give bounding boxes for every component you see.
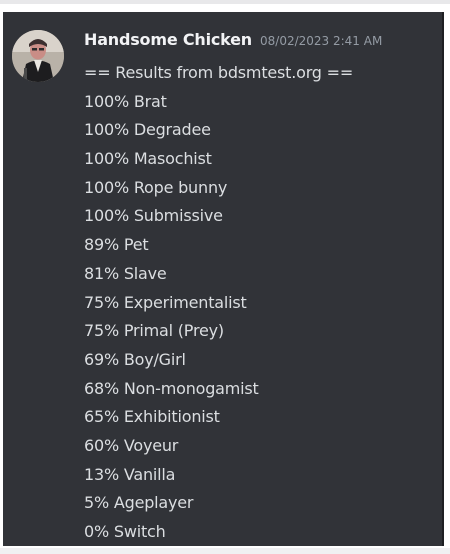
message-timestamp[interactable]: 08/02/2023 2:41 AM bbox=[260, 34, 382, 48]
user-avatar[interactable] bbox=[12, 30, 64, 82]
result-line: 5% Ageplayer bbox=[84, 493, 194, 513]
message-body: == Results from bdsmtest.org == 100% Bra… bbox=[84, 59, 434, 547]
result-line: 75% Experimentalist bbox=[84, 292, 247, 312]
result-line: 69% Boy/Girl bbox=[84, 349, 186, 369]
result-line: 81% Slave bbox=[84, 263, 167, 283]
screenshot-frame: Handsome Chicken 08/02/2023 2:41 AM == R… bbox=[0, 0, 450, 554]
message-content: Handsome Chicken 08/02/2023 2:41 AM == R… bbox=[84, 30, 434, 547]
result-line: 100% Brat bbox=[84, 91, 167, 111]
message-line-header: == Results from bdsmtest.org == bbox=[84, 63, 354, 82]
top-edge bbox=[0, 0, 450, 4]
result-line: 100% Masochist bbox=[84, 149, 212, 169]
result-line: 89% Pet bbox=[84, 235, 149, 255]
chat-message[interactable]: Handsome Chicken 08/02/2023 2:41 AM == R… bbox=[3, 12, 444, 546]
result-line: 75% Primal (Prey) bbox=[84, 321, 224, 341]
result-line: 100% Degradee bbox=[84, 120, 211, 140]
result-line: 100% Submissive bbox=[84, 206, 223, 226]
result-line: 100% Rope bunny bbox=[84, 177, 228, 197]
message-header: Handsome Chicken 08/02/2023 2:41 AM bbox=[84, 30, 434, 52]
result-line: 68% Non-monogamist bbox=[84, 378, 259, 398]
result-line: 13% Vanilla bbox=[84, 464, 176, 484]
result-line: 65% Exhibitionist bbox=[84, 407, 220, 427]
username[interactable]: Handsome Chicken bbox=[84, 30, 252, 49]
result-line: 60% Voyeur bbox=[84, 435, 179, 455]
result-line: 0% Switch bbox=[84, 522, 166, 541]
bottom-edge bbox=[0, 548, 450, 554]
avatar-photo-icon bbox=[12, 30, 64, 82]
